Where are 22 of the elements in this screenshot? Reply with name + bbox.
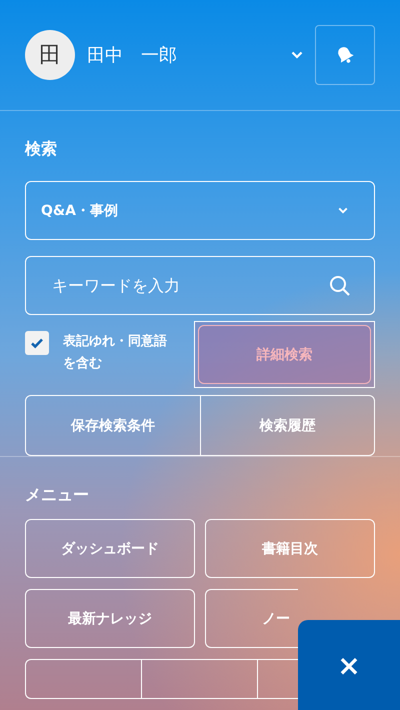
menu-button[interactable]: 書籍目次 xyxy=(205,519,375,578)
notification-button[interactable] xyxy=(315,25,375,85)
close-button[interactable]: × xyxy=(298,620,400,710)
menu-button[interactable]: ノー xyxy=(205,589,298,648)
checkbox-label: 表記ゆれ・同意語を含む xyxy=(63,332,168,373)
user-name[interactable]: 田中 一郎 xyxy=(87,43,291,67)
search-field[interactable]: キーワードを入力 xyxy=(25,256,375,315)
menu-button[interactable]: 最新ナレッジ xyxy=(25,589,195,648)
keyword-field[interactable]: キーワードを入力 xyxy=(52,257,328,314)
section-heading: メニュー xyxy=(25,485,90,506)
search-link-button[interactable]: 保存検索条件 xyxy=(26,396,200,455)
user-avatar: 田 xyxy=(25,30,75,80)
search-icon xyxy=(328,274,352,298)
category-select[interactable]: Q&A・事例 xyxy=(25,181,375,240)
checkbox[interactable] xyxy=(25,331,49,355)
advanced-search-button[interactable]: 詳細検索 xyxy=(198,325,371,384)
search-link-button[interactable]: 検索履歴 xyxy=(200,396,374,455)
menu-button[interactable]: ダッシュボード xyxy=(25,519,195,578)
menu-button-row[interactable] xyxy=(25,659,298,699)
chevron-down-icon xyxy=(338,207,348,214)
section-heading: 検索 xyxy=(25,139,58,160)
chevron-down-icon[interactable] xyxy=(291,51,303,59)
